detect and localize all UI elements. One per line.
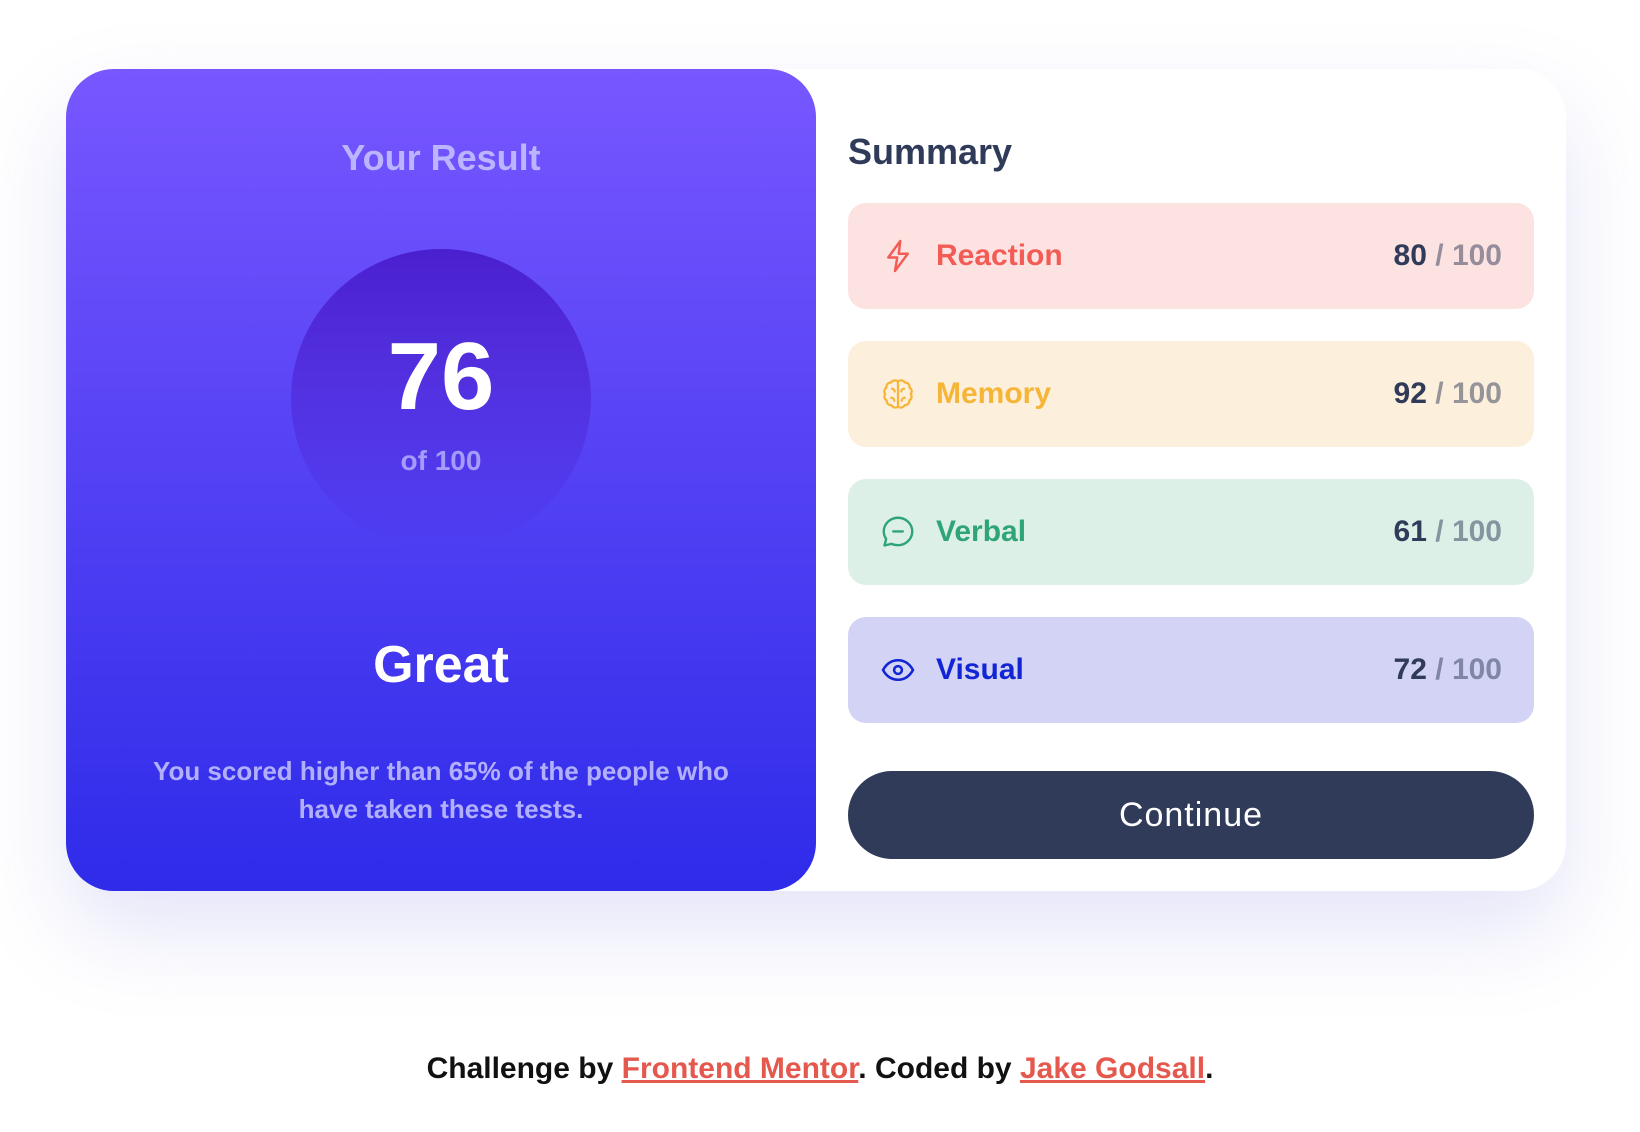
result-panel: Your Result 76 of 100 Great You scored h… (66, 69, 816, 891)
score-max: 100 (1451, 653, 1502, 686)
summary-item-label: Memory (936, 377, 1052, 410)
summary-item-verbal: Verbal 61 / 100 (848, 479, 1534, 585)
page: Your Result 76 of 100 Great You scored h… (0, 0, 1640, 1132)
summary-item-score: 61 / 100 (1394, 515, 1502, 549)
summary-item-score: 92 / 100 (1394, 377, 1502, 411)
summary-item-label: Verbal (936, 515, 1027, 548)
score-separator: / (1435, 653, 1444, 686)
brain-icon (880, 376, 916, 412)
summary-item-score: 72 / 100 (1394, 653, 1502, 687)
score-separator: / (1435, 239, 1444, 272)
result-description: You scored higher than 65% of the people… (153, 756, 729, 824)
summary-item-label: Reaction (936, 239, 1063, 272)
lightning-icon (880, 238, 916, 274)
score-number: 72 (1393, 653, 1427, 686)
results-card: Your Result 76 of 100 Great You scored h… (66, 69, 1566, 891)
score-number: 61 (1393, 515, 1427, 548)
score-number: 80 (1393, 239, 1427, 272)
summary-item-score: 80 / 100 (1394, 239, 1502, 273)
attribution-suffix: . (1205, 1052, 1214, 1085)
summary-title: Summary (848, 131, 1013, 172)
score-of-total: of 100 (400, 445, 482, 476)
score-number: 92 (1393, 377, 1427, 410)
score-circle: 76 of 100 (291, 249, 591, 549)
summary-item-visual: Visual 72 / 100 (848, 617, 1534, 723)
score-value: 76 (387, 323, 495, 430)
score-separator: / (1435, 515, 1444, 548)
frontend-mentor-link[interactable]: Frontend Mentor (622, 1052, 859, 1085)
rating-text: Great (373, 636, 509, 694)
chat-bubble-icon (880, 514, 916, 550)
attribution: Challenge by Frontend Mentor. Coded by J… (0, 1052, 1640, 1086)
author-link[interactable]: Jake Godsall (1020, 1052, 1205, 1085)
attribution-middle: . Coded by (858, 1052, 1020, 1085)
score-max: 100 (1451, 377, 1502, 410)
score-separator: / (1435, 377, 1444, 410)
summary-item-memory: Memory 92 / 100 (848, 341, 1534, 447)
summary-item-reaction: Reaction 80 / 100 (848, 203, 1534, 309)
continue-button[interactable]: Continue (848, 771, 1534, 859)
summary-panel: Summary Reaction 80 / 100 Memory 92 / 10… (848, 69, 1534, 891)
score-max: 100 (1451, 239, 1502, 272)
attribution-prefix: Challenge by (426, 1052, 622, 1085)
summary-item-label: Visual (936, 653, 1024, 686)
result-title: Your Result (341, 137, 541, 178)
eye-icon (880, 652, 916, 688)
score-max: 100 (1451, 515, 1502, 548)
